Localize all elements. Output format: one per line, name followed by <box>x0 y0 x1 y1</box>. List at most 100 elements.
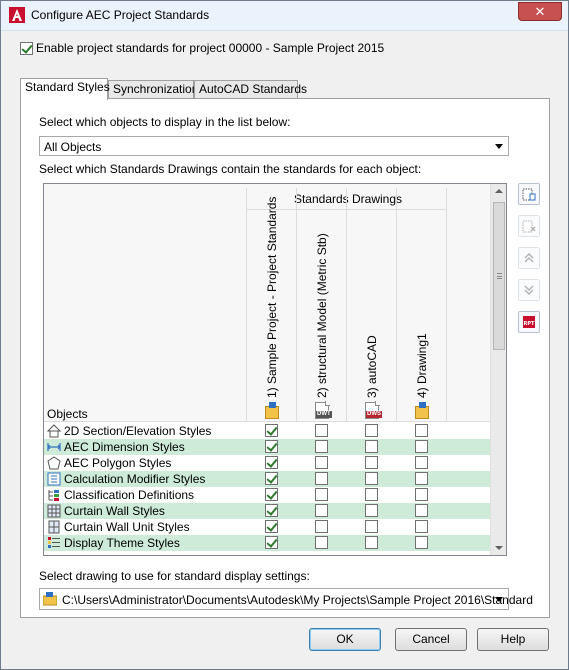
title-bar[interactable]: Configure AEC Project Standards ✕ <box>1 1 568 31</box>
standards-checkbox[interactable] <box>315 504 328 517</box>
autocad-app-icon <box>9 7 25 23</box>
grid-vertical-scrollbar[interactable] <box>490 184 506 555</box>
standards-checkbox[interactable] <box>265 424 278 437</box>
grid-header: Standards Drawings Objects 1) Sample Pro… <box>44 184 492 422</box>
tab-synchronization-label: Synchronization <box>113 82 199 96</box>
standards-checkbox[interactable] <box>365 536 378 549</box>
close-icon: ✕ <box>534 4 546 19</box>
calculation-modifier-icon <box>47 472 61 486</box>
standards-checkbox[interactable] <box>315 536 328 549</box>
standards-checkbox[interactable] <box>365 472 378 485</box>
chevron-down-icon <box>495 144 503 149</box>
add-drawing-icon <box>522 188 536 201</box>
help-button-label: Help <box>500 632 526 646</box>
standards-prompt: Select which Standards Drawings contain … <box>39 162 422 176</box>
standards-checkbox[interactable] <box>315 520 328 533</box>
table-row: Curtain Wall Unit Styles <box>44 519 492 535</box>
configure-standards-dialog: Configure AEC Project Standards ✕ Enable… <box>0 0 569 670</box>
standards-checkbox[interactable] <box>265 504 278 517</box>
standards-checkbox[interactable] <box>265 536 278 549</box>
object-label: Display Theme Styles <box>64 536 180 550</box>
standards-checkbox[interactable] <box>415 488 428 501</box>
object-label: Curtain Wall Styles <box>64 504 165 518</box>
column-divider <box>246 188 247 422</box>
tab-autocad-standards[interactable]: AutoCAD Standards <box>194 80 307 99</box>
scroll-down-icon[interactable] <box>495 546 503 550</box>
standards-checkbox[interactable] <box>265 520 278 533</box>
standards-checkbox[interactable] <box>315 440 328 453</box>
move-down-icon <box>524 285 534 295</box>
standards-checkbox[interactable] <box>365 488 378 501</box>
enable-standards-label: Enable project standards for project 000… <box>36 41 385 55</box>
header-bottom-line <box>44 421 492 422</box>
standards-checkbox[interactable] <box>315 456 328 469</box>
standards-checkbox[interactable] <box>415 520 428 533</box>
object-label: Calculation Modifier Styles <box>64 472 206 486</box>
tab-standard-styles[interactable]: Standard Styles <box>20 78 110 100</box>
standards-checkbox[interactable] <box>415 536 428 549</box>
object-label: AEC Dimension Styles <box>64 440 185 454</box>
drawing-folder-icon <box>415 402 429 419</box>
enable-standards-checkbox[interactable] <box>20 42 33 56</box>
curtain-wall-icon <box>47 504 61 518</box>
table-row: Calculation Modifier Styles <box>44 471 492 487</box>
standards-checkbox[interactable] <box>415 472 428 485</box>
display-settings-prompt: Select drawing to use for standard displ… <box>39 569 310 583</box>
enable-standards-row[interactable]: Enable project standards for project 000… <box>20 41 384 57</box>
standards-grid: Standards Drawings Objects 1) Sample Pro… <box>43 183 507 556</box>
standards-checkbox[interactable] <box>365 440 378 453</box>
close-button[interactable]: ✕ <box>518 2 562 21</box>
standards-checkbox[interactable] <box>365 424 378 437</box>
objects-select-prompt: Select which objects to display in the l… <box>39 115 291 129</box>
column-divider <box>296 188 297 422</box>
standards-checkbox[interactable] <box>265 472 278 485</box>
object-label: 2D Section/Elevation Styles <box>64 424 212 438</box>
column-header-1[interactable]: 1) Sample Project - Project Standards <box>265 197 281 398</box>
objects-filter-value: All Objects <box>44 140 102 154</box>
tab-standard-styles-label: Standard Styles <box>25 80 110 94</box>
standards-checkbox[interactable] <box>415 504 428 517</box>
window-title: Configure AEC Project Standards <box>31 8 210 22</box>
standards-checkbox[interactable] <box>365 504 378 517</box>
column-header-3[interactable]: 3) autoCAD <box>365 218 381 398</box>
curtain-wall-unit-icon <box>47 520 61 534</box>
tab-synchronization[interactable]: Synchronization <box>108 80 198 99</box>
standards-checkbox[interactable] <box>365 520 378 533</box>
standard-styles-panel: Select which objects to display in the l… <box>20 98 550 618</box>
remove-drawing-button[interactable] <box>518 215 540 237</box>
objects-filter-dropdown[interactable]: All Objects <box>39 136 509 156</box>
standards-checkbox[interactable] <box>415 440 428 453</box>
display-settings-dropdown[interactable]: C:\Users\Administrator\Documents\Autodes… <box>39 588 533 610</box>
table-row: Display Theme Styles <box>44 535 492 551</box>
standards-checkbox[interactable] <box>315 424 328 437</box>
column-divider <box>446 188 447 422</box>
standards-checkbox[interactable] <box>265 440 278 453</box>
cancel-button-label: Cancel <box>412 632 450 646</box>
table-row: Classification Definitions <box>44 487 492 503</box>
standards-checkbox[interactable] <box>315 488 328 501</box>
standards-checkbox[interactable] <box>365 456 378 469</box>
scroll-up-icon[interactable] <box>495 189 503 193</box>
standards-checkbox[interactable] <box>415 456 428 469</box>
grip-icon <box>497 273 502 279</box>
move-down-button[interactable] <box>518 279 540 301</box>
ok-button[interactable]: OK <box>309 628 381 651</box>
tab-autocad-standards-label: AutoCAD Standards <box>199 82 308 96</box>
move-up-button[interactable] <box>518 247 540 269</box>
scroll-thumb[interactable] <box>493 202 505 350</box>
column-header-4[interactable]: 4) Drawing1 <box>415 218 431 398</box>
standards-checkbox[interactable] <box>315 472 328 485</box>
standards-checkbox[interactable] <box>415 424 428 437</box>
cancel-button[interactable]: Cancel <box>395 628 467 651</box>
standards-checkbox[interactable] <box>265 488 278 501</box>
help-button[interactable]: Help <box>477 628 549 651</box>
object-label: Curtain Wall Unit Styles <box>64 520 190 534</box>
add-drawing-button[interactable] <box>518 183 540 205</box>
dws-file-icon: DWS <box>365 401 382 419</box>
column-header-2[interactable]: 2) structural Model (Metric Stb) <box>315 218 331 398</box>
standards-checkbox[interactable] <box>265 456 278 469</box>
pdf-report-button[interactable]: RPT <box>518 311 540 333</box>
table-row: 2D Section/Elevation Styles <box>44 423 492 439</box>
display-settings-path: C:\Users\Administrator\Documents\Autodes… <box>62 593 533 607</box>
svg-text:RPT: RPT <box>524 321 536 327</box>
